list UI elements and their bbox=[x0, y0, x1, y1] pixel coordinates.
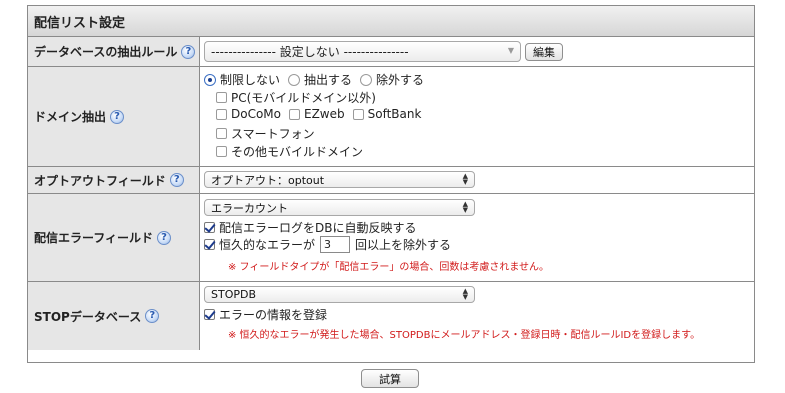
checkbox-ezweb-label: EZweb bbox=[304, 107, 345, 121]
auto-reflect-label: 配信エラーログをDBに自動反映する bbox=[219, 221, 417, 235]
permanent-error-count-input[interactable]: 3 bbox=[320, 236, 351, 253]
value-domain-extraction: 制限しない 抽出する 除外する PC(モバイルドメイン以外) DoCoMo EZ… bbox=[200, 67, 754, 166]
extraction-rule-label: データベースの抽出ルール bbox=[34, 45, 178, 59]
row-extraction-rule: データベースの抽出ルール ? --------------- 設定しない ---… bbox=[28, 37, 754, 67]
domain-radio-group: 制限しない 抽出する 除外する bbox=[204, 71, 424, 88]
updown-arrows-icon: ▲ ▼ bbox=[462, 200, 468, 214]
checkbox-permanent-error[interactable] bbox=[204, 239, 215, 250]
error-field-select-value: エラーカウント bbox=[211, 201, 288, 215]
optout-field-select[interactable]: オプトアウト：optout ▲ ▼ bbox=[204, 171, 475, 188]
checkbox-pc-row: PC(モバイルドメイン以外) bbox=[216, 89, 376, 106]
register-error-row: エラーの情報を登録 bbox=[204, 306, 327, 323]
checkbox-other-mobile-label: その他モバイルドメイン bbox=[231, 145, 364, 159]
checkbox-other-mobile-row: その他モバイルドメイン bbox=[216, 143, 363, 160]
label-stop-db: STOPデータベース ? bbox=[28, 282, 200, 350]
extraction-rule-select-value: --------------- 設定しない --------------- bbox=[211, 45, 409, 59]
delivery-list-settings-panel: 配信リスト設定 データベースの抽出ルール ? --------------- 設… bbox=[27, 5, 755, 363]
radio-no-restriction-label: 制限しない bbox=[220, 73, 281, 87]
radio-extract[interactable] bbox=[288, 73, 301, 86]
auto-reflect-row: 配信エラーログをDBに自動反映する bbox=[204, 219, 416, 236]
help-icon[interactable]: ? bbox=[157, 230, 172, 245]
checkbox-register-error[interactable] bbox=[204, 309, 215, 320]
checkbox-docomo[interactable] bbox=[216, 108, 227, 120]
error-field-select[interactable]: エラーカウント ▲ ▼ bbox=[204, 199, 475, 216]
value-extraction-rule: --------------- 設定しない --------------- ▼ … bbox=[200, 37, 754, 66]
stop-db-select-value: STOPDB bbox=[211, 288, 257, 301]
error-field-note: ※ フィールドタイプが「配信エラー」の場合、回数は考慮されません。 bbox=[228, 262, 550, 273]
checkbox-other-mobile[interactable] bbox=[216, 146, 227, 157]
optout-field-select-value: オプトアウト：optout bbox=[211, 173, 325, 187]
stop-db-label: STOPデータベース bbox=[34, 309, 142, 324]
checkbox-smartphone-label: スマートフォン bbox=[231, 127, 315, 141]
checkbox-softbank-label: SoftBank bbox=[367, 107, 422, 121]
radio-exclude[interactable] bbox=[360, 73, 373, 86]
updown-arrows-icon: ▲ ▼ bbox=[462, 287, 468, 301]
checkbox-smartphone[interactable] bbox=[216, 128, 227, 139]
row-optout-field: オプトアウトフィールド ? オプトアウト：optout ▲ ▼ bbox=[28, 167, 754, 194]
register-error-label: エラーの情報を登録 bbox=[219, 308, 328, 322]
checkbox-ezweb[interactable] bbox=[289, 108, 300, 120]
value-stop-db: STOPDB ▲ ▼ エラーの情報を登録 ※ 恒久的なエラーが発生した場合、STO… bbox=[200, 282, 754, 350]
checkbox-smartphone-row: スマートフォン bbox=[216, 125, 315, 142]
optout-field-label: オプトアウトフィールド bbox=[34, 173, 166, 188]
error-field-label: 配信エラーフィールド bbox=[34, 231, 154, 245]
permanent-error-suffix: 回以上を除外する bbox=[355, 238, 452, 252]
permanent-error-prefix: 恒久的なエラーが bbox=[219, 238, 316, 252]
stop-db-select[interactable]: STOPDB ▲ ▼ bbox=[204, 286, 475, 303]
radio-exclude-label: 除外する bbox=[376, 73, 425, 87]
label-error-field: 配信エラーフィールド ? bbox=[28, 194, 200, 281]
checkbox-docomo-label: DoCoMo bbox=[231, 107, 281, 121]
checkbox-carrier-row: DoCoMo EZweb SoftBank bbox=[216, 107, 421, 121]
permanent-error-row: 恒久的なエラーが 3 回以上を除外する bbox=[204, 236, 451, 253]
row-domain-extraction: ドメイン抽出 ? 制限しない 抽出する 除外する PC(モバイルドメイン以外) … bbox=[28, 67, 754, 167]
stop-db-note: ※ 恒久的なエラーが発生した場合、STOPDBにメールアドレス・登録日時・配信ル… bbox=[228, 330, 701, 341]
dropdown-arrow-icon: ▼ bbox=[507, 46, 514, 55]
edit-button[interactable]: 編集 bbox=[525, 43, 563, 61]
updown-arrows-icon: ▲ ▼ bbox=[462, 172, 468, 186]
help-icon[interactable]: ? bbox=[169, 173, 184, 187]
row-stop-db: STOPデータベース ? STOPDB ▲ ▼ エラーの情報を登録 ※ 恒久的なエ… bbox=[28, 282, 754, 350]
help-icon[interactable]: ? bbox=[145, 309, 160, 323]
value-error-field: エラーカウント ▲ ▼ 配信エラーログをDBに自動反映する 恒久的なエラーが 3 … bbox=[200, 194, 754, 281]
checkbox-pc[interactable] bbox=[216, 92, 227, 103]
radio-no-restriction[interactable] bbox=[204, 73, 216, 86]
help-icon[interactable]: ? bbox=[181, 44, 196, 59]
value-optout-field: オプトアウト：optout ▲ ▼ bbox=[200, 167, 754, 193]
extraction-rule-select[interactable]: --------------- 設定しない --------------- ▼ bbox=[204, 41, 521, 62]
submit-button[interactable]: 試算 bbox=[361, 369, 419, 388]
checkbox-pc-label: PC(モバイルドメイン以外) bbox=[231, 91, 376, 105]
radio-extract-label: 抽出する bbox=[304, 73, 353, 87]
checkbox-auto-reflect[interactable] bbox=[204, 222, 215, 233]
help-icon[interactable]: ? bbox=[110, 109, 125, 124]
checkbox-softbank[interactable] bbox=[352, 108, 364, 120]
label-optout-field: オプトアウトフィールド ? bbox=[28, 167, 200, 193]
label-extraction-rule: データベースの抽出ルール ? bbox=[28, 37, 200, 66]
domain-extraction-label: ドメイン抽出 bbox=[34, 110, 107, 124]
panel-title: 配信リスト設定 bbox=[28, 6, 754, 37]
row-error-field: 配信エラーフィールド ? エラーカウント ▲ ▼ 配信エラーログをDBに自動反映す… bbox=[28, 194, 754, 282]
label-domain-extraction: ドメイン抽出 ? bbox=[28, 67, 200, 166]
